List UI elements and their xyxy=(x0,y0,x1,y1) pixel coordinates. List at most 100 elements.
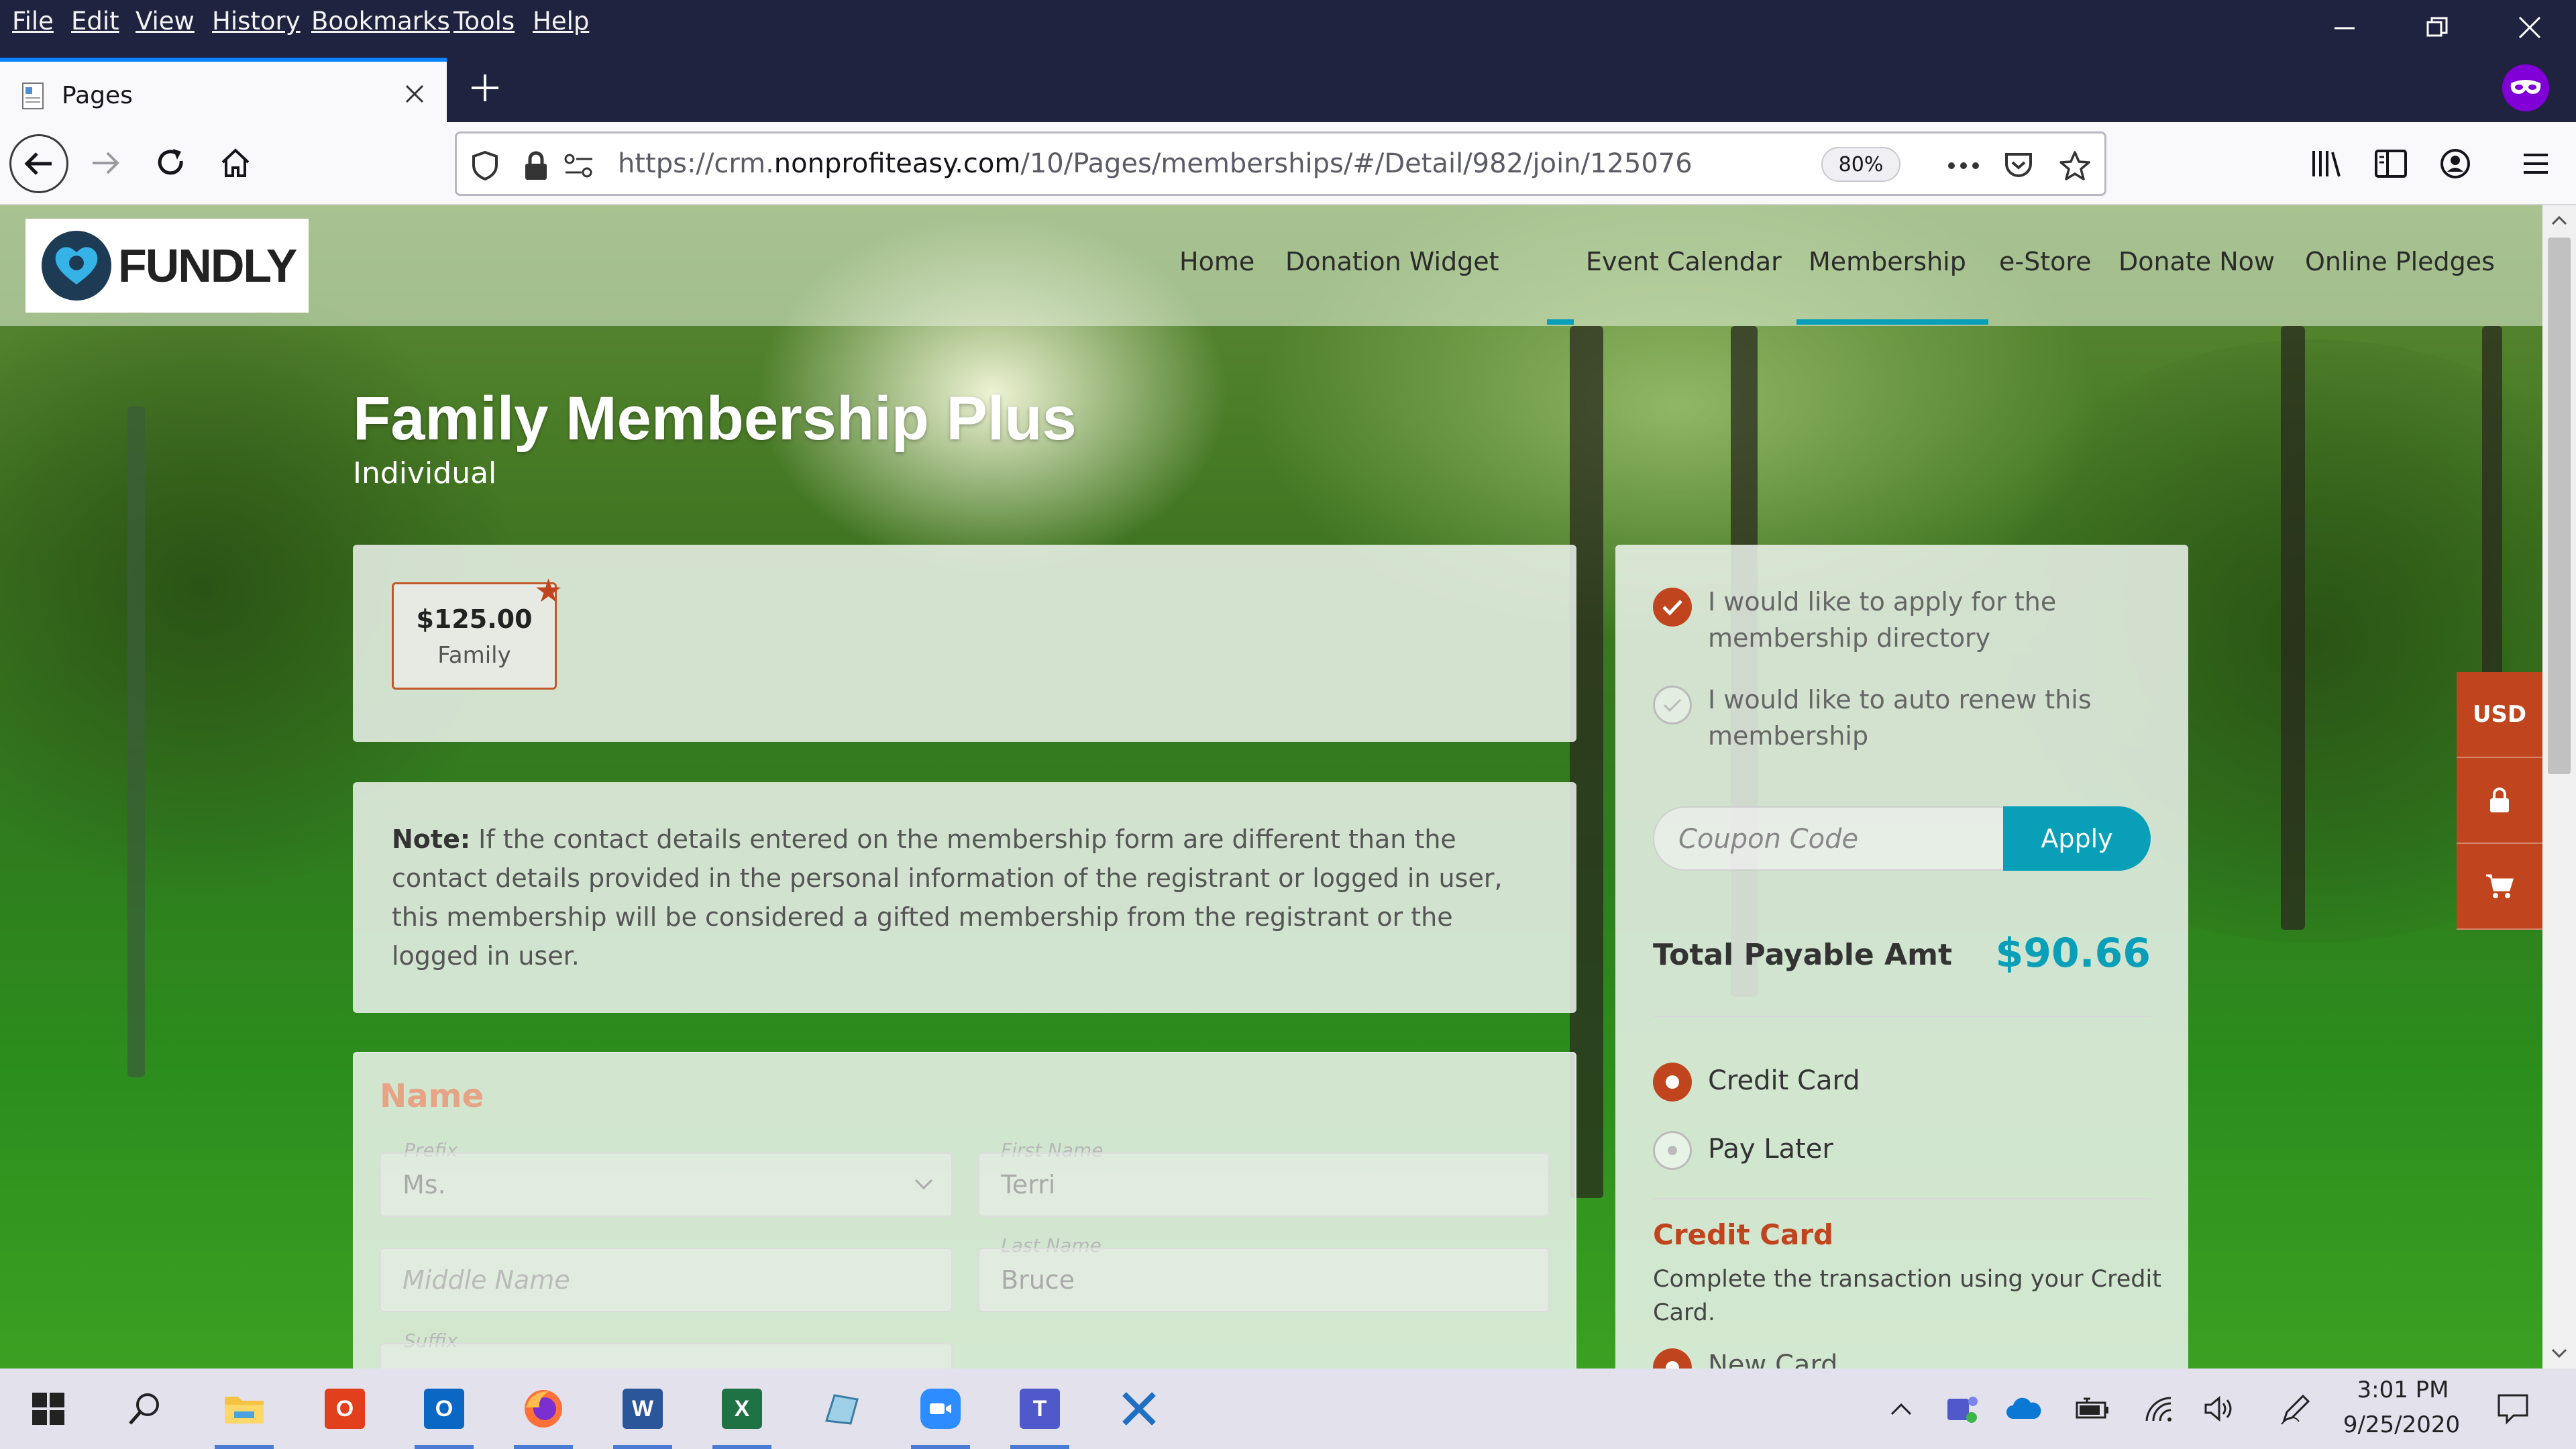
teams-tray-icon xyxy=(1947,1397,1978,1423)
tab-title: Pages xyxy=(62,82,133,109)
cart-widget[interactable] xyxy=(2457,844,2542,930)
tray-teams[interactable] xyxy=(1943,1389,1983,1429)
reload-button[interactable] xyxy=(141,133,201,193)
taskbar-firefox[interactable] xyxy=(511,1378,576,1449)
suffix-select[interactable] xyxy=(380,1343,953,1368)
coupon-code-input[interactable]: Coupon Code xyxy=(1653,806,2003,871)
clock-date[interactable]: 9/25/2020 xyxy=(2341,1411,2462,1438)
login-widget[interactable] xyxy=(2457,758,2542,844)
browser-menu-bar: File Edit View History Bookmarks Tools H… xyxy=(0,0,2576,52)
permissions-icon[interactable] xyxy=(560,147,598,184)
last-name-value: Bruce xyxy=(1001,1265,1075,1295)
tray-battery[interactable] xyxy=(2073,1389,2113,1429)
credit-card-heading: Credit Card xyxy=(1653,1218,1834,1251)
nav-donate-now[interactable]: Donate Now xyxy=(2118,247,2275,276)
taskbar-word[interactable]: W xyxy=(610,1378,675,1449)
notification-icon xyxy=(2498,1394,2528,1425)
home-button[interactable] xyxy=(205,133,266,193)
back-button[interactable] xyxy=(9,134,68,193)
start-button[interactable] xyxy=(16,1378,80,1440)
nav-event-calendar[interactable]: Event Calendar xyxy=(1586,247,1782,276)
lock-icon[interactable] xyxy=(517,147,555,184)
clock-time[interactable]: 3:01 PM xyxy=(2349,1377,2457,1403)
page-scrollbar[interactable] xyxy=(2542,205,2576,1368)
hamburger-menu-icon[interactable] xyxy=(2506,134,2565,193)
middle-name-input[interactable]: Middle Name xyxy=(380,1248,953,1312)
first-name-input[interactable]: Terri xyxy=(978,1152,1550,1217)
sidebar-toggle-icon[interactable] xyxy=(2361,134,2420,193)
tray-pen[interactable] xyxy=(2275,1389,2316,1429)
pocket-icon[interactable] xyxy=(2000,147,2037,184)
tray-onedrive[interactable] xyxy=(2003,1389,2043,1429)
menu-bookmarks[interactable]: Bookmarks xyxy=(311,7,450,36)
taskbar-outlook[interactable]: O xyxy=(412,1378,476,1449)
plus-icon xyxy=(472,74,498,101)
first-name-value: Terri xyxy=(1001,1170,1056,1199)
minimize-button[interactable] xyxy=(2298,0,2391,55)
menu-file[interactable]: File xyxy=(12,7,54,36)
library-icon[interactable] xyxy=(2297,134,2356,193)
nav-marker xyxy=(1547,319,1574,325)
shield-icon[interactable] xyxy=(466,147,504,184)
star-icon: ★ xyxy=(533,572,563,610)
new-tab-button[interactable] xyxy=(463,66,507,110)
checkmark-icon xyxy=(1663,698,1682,712)
pay-later-radio[interactable] xyxy=(1653,1131,1692,1170)
url-text[interactable]: https://crm.nonprofiteasy.com/10/Pages/m… xyxy=(618,148,1693,179)
restore-button[interactable] xyxy=(2391,0,2483,55)
search-button[interactable] xyxy=(113,1378,177,1440)
account-icon[interactable] xyxy=(2426,134,2485,193)
nav-membership[interactable]: Membership xyxy=(1809,247,1966,276)
nav-donation-widget[interactable]: Donation Widget xyxy=(1285,247,1499,276)
page-actions-icon[interactable] xyxy=(1945,147,1982,184)
taskbar-zoom[interactable] xyxy=(908,1378,973,1449)
address-bar[interactable]: https://crm.nonprofiteasy.com/10/Pages/m… xyxy=(455,131,2106,196)
menu-view[interactable]: View xyxy=(136,7,195,36)
prefix-select[interactable]: Ms. xyxy=(380,1152,953,1217)
nav-home[interactable]: Home xyxy=(1179,247,1254,276)
private-browsing-icon xyxy=(2502,64,2549,111)
nav-online-pledges[interactable]: Online Pledges xyxy=(2305,247,2495,276)
currency-widget[interactable]: USD xyxy=(2457,672,2542,758)
fundly-logo[interactable]: FUNDLY xyxy=(25,219,309,313)
close-window-button[interactable] xyxy=(2483,0,2576,55)
tray-volume[interactable] xyxy=(2200,1389,2241,1429)
show-hidden-icons-button[interactable] xyxy=(1881,1389,1921,1429)
x-app-icon xyxy=(1122,1392,1156,1426)
credit-card-radio[interactable] xyxy=(1653,1063,1692,1102)
menu-edit[interactable]: Edit xyxy=(71,7,119,36)
nav-e-store[interactable]: e-Store xyxy=(1999,247,2092,276)
last-name-input[interactable]: Bruce xyxy=(978,1248,1550,1312)
divider xyxy=(1653,1016,2151,1017)
url-domain: nonprofiteasy.com xyxy=(773,148,1021,179)
menu-history[interactable]: History xyxy=(212,7,301,36)
background-tree xyxy=(2281,326,2305,930)
auto-renew-checkbox[interactable] xyxy=(1653,686,1692,724)
chevron-up-icon[interactable] xyxy=(2551,215,2567,225)
notifications-button[interactable] xyxy=(2493,1389,2533,1429)
tray-wifi[interactable] xyxy=(2140,1389,2180,1429)
chevron-down-icon[interactable] xyxy=(2551,1348,2567,1359)
pen-icon xyxy=(2281,1394,2310,1425)
membership-price-card[interactable]: $125.00 Family ★ xyxy=(392,572,563,690)
taskbar-xmind[interactable] xyxy=(1107,1378,1171,1440)
tab-pages[interactable]: Pages xyxy=(0,58,447,123)
arrow-left-icon xyxy=(24,152,52,175)
firefox-icon xyxy=(525,1390,562,1428)
menu-help[interactable]: Help xyxy=(533,7,589,36)
directory-checkbox[interactable] xyxy=(1653,588,1692,627)
taskbar-excel[interactable]: X xyxy=(710,1378,774,1449)
taskbar-office[interactable]: O xyxy=(313,1378,377,1440)
zoom-level-badge[interactable]: 80% xyxy=(1821,147,1900,182)
new-card-radio[interactable] xyxy=(1653,1348,1692,1368)
forward-button[interactable] xyxy=(75,133,136,193)
apply-coupon-button[interactable]: Apply xyxy=(2003,806,2151,871)
tab-close-button[interactable] xyxy=(394,74,435,114)
menu-tools[interactable]: Tools xyxy=(453,7,515,36)
scrollbar-thumb[interactable] xyxy=(2548,237,2571,774)
taskbar-teams[interactable]: T xyxy=(1008,1378,1072,1449)
bookmark-star-icon[interactable] xyxy=(2056,147,2094,184)
taskbar-snipping-tool[interactable] xyxy=(809,1378,873,1440)
taskbar-file-explorer[interactable] xyxy=(212,1378,276,1449)
wifi-icon xyxy=(2145,1397,2171,1421)
